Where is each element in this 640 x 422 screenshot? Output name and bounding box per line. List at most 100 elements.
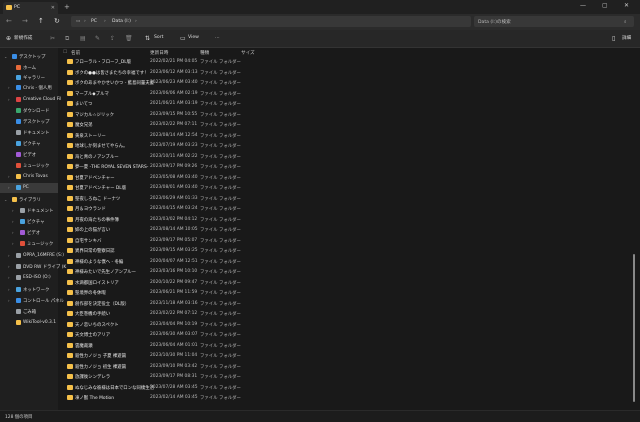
new-button[interactable]: 新規作成 [14,35,32,41]
chevron-right-icon[interactable]: › [12,241,14,246]
file-row[interactable]: 放課後シンデレラ 2023/09/17 PM 08:31 ファイル フォルダー [60,372,620,381]
sidebar-item[interactable]: ごみ箱 [0,307,58,317]
file-row[interactable]: まいてつ 2021/06/21 AM 03:19 ファイル フォルダー [60,99,620,108]
chevron-right-icon[interactable]: › [12,208,14,213]
file-row[interactable]: 姉の上の猫が言い 2023/08/14 AM 10:05 ファイル フォルダー [60,225,620,234]
sidebar-item[interactable]: WikiTool-v0.3.1 [0,318,58,328]
select-all-checkbox[interactable]: ☐ [63,50,67,55]
file-row[interactable]: ボクの●●は皆さまたちの幸福です！ 2023/06/12 AM 03:13 ファイル… [60,68,620,77]
chevron-right-icon[interactable]: › [8,253,10,258]
sidebar-item[interactable]: › Creative Cloud Fil [0,95,61,105]
file-row[interactable]: 聖境界の冬休暇 2023/06/21 PM 11:59 ファイル フォルダー [60,288,620,297]
file-row[interactable]: ボクのあまやかせいかつ - 藍島同輩夫妻 -2023/06/23 AM 03:4… [60,78,620,87]
chevron-down-icon[interactable]: ⌄ [4,197,7,202]
column-type[interactable]: 種類 [200,50,209,56]
sidebar-item[interactable]: › ESD-ISO (O:) [0,273,58,283]
sidebar-item[interactable]: › ミュージック [0,239,58,249]
file-row[interactable]: 甘夏アドベンチャー DL版 2023/08/01 AM 03:40 ファイル フォル… [60,183,620,192]
chevron-right-icon[interactable]: › [12,219,14,224]
share-icon[interactable]: ⇪ [110,35,115,42]
chevron-right-icon[interactable]: › [8,85,10,90]
chevron-right-icon[interactable]: › [8,174,10,179]
breadcrumb[interactable]: ▭ › PC › Data (I:) › [71,16,471,27]
forward-icon[interactable]: → [22,17,28,25]
sidebar-item[interactable]: › ピクチャ [0,217,58,227]
file-row[interactable]: 雲魔裁瀬 2023/06/04 AM 01:01 ファイル フォルダー [60,341,620,350]
sidebar-item[interactable]: デスクトップ [0,117,58,127]
chevron-right-icon[interactable]: › [12,230,14,235]
file-row[interactable]: 異界日常の警察日誌 2023/09/15 AM 03:25 ファイル フォルダー [60,246,620,255]
column-date[interactable]: 更新日時 [150,50,168,56]
sidebar-item[interactable]: ダウンロード [0,106,58,116]
file-row[interactable]: 甘夏アドベンチャー 2023/05/08 AM 03:40 ファイル フォルダー [60,173,620,182]
refresh-icon[interactable]: ↻ [54,17,60,25]
file-row[interactable]: 水滴都国ロイストリア 2020/10/22 PM 09:47 ファイル フォルダー [60,278,620,287]
sidebar-item[interactable]: ギャラリー [0,73,58,83]
sidebar-item[interactable]: › ドキュメント [0,206,58,216]
column-size[interactable]: サイズ [241,50,255,56]
paste-icon[interactable]: ▤ [80,35,86,42]
delete-icon[interactable]: 🗑 [125,35,133,42]
minimize-icon[interactable]: — [580,2,586,9]
tab-close-icon[interactable]: ✕ [51,5,55,11]
sidebar-item[interactable]: › コントロール パネル [0,296,64,306]
file-row[interactable]: 月＆ヨウランド 2023/04/15 AM 03:24 ファイル フォルダー [60,204,620,213]
file-row[interactable]: フローラル・フローフ_DL版 2022/02/21 PM 04:05 ファイル フォ… [60,57,620,66]
file-row[interactable]: 魔女兄弟 2023/02/22 PM 07:11 ファイル フォルダー [60,120,620,129]
breadcrumb-pc[interactable]: PC [91,19,97,24]
details-button[interactable]: 詳細 [622,35,631,41]
file-row[interactable]: 神様みたいで先生ノアンブルー 2023/03/16 PM 10:10 ファイル フォ… [60,267,620,276]
sort-button[interactable]: Sort [154,35,163,40]
chevron-right-icon[interactable]: › [8,287,10,292]
sidebar-item[interactable]: › ネットワーク [0,285,58,295]
chevron-right-icon[interactable]: › [8,185,10,190]
sidebar-item[interactable]: ⌄ ライブラリ [0,195,58,205]
file-row[interactable]: 月夜の海たちの事件簿 2023/03/02 PM 04:12 ファイル フォルダー [60,215,620,224]
search-input[interactable]: Data (I:)の検索 ⌕ [474,16,634,27]
sidebar-item[interactable]: › Chris - 個人用 [0,83,58,93]
view-button[interactable]: View [188,35,199,40]
sidebar-item[interactable]: › DVD RW ドライブ (K [0,262,66,272]
tab-pc[interactable]: PC ✕ [3,2,58,14]
file-row[interactable]: 殺性カノジョ 子夏 裸遊篇 2023/10/30 PM 11:04 ファイル フォル… [60,351,620,360]
back-icon[interactable]: ← [6,17,12,25]
plus-icon[interactable]: + [64,3,70,11]
file-row[interactable]: 地球しか刻ませてやらん。 2023/07/19 AM 03:23 ファイル フォルダ… [60,141,620,150]
chevron-right-icon[interactable]: › [8,97,10,102]
more-button[interactable]: … [215,35,220,40]
chevron-right-icon[interactable]: › [8,275,10,280]
close-icon[interactable]: ✕ [624,2,629,9]
sidebar-item[interactable]: › ビデオ [0,228,58,238]
sidebar-item[interactable]: ピクチャ [0,139,58,149]
sidebar-item[interactable]: ドキュメント [0,128,58,138]
sidebar-item[interactable]: ホーム [0,63,58,73]
file-row[interactable]: 黄泉ストーリー 2023/08/14 AM 12:54 ファイル フォルダー [60,131,620,140]
breadcrumb-data-drive[interactable]: Data (I:) [112,19,131,24]
rename-icon[interactable]: ✎ [95,35,100,42]
sidebar-item[interactable]: ⌄ デスクトップ [0,52,58,62]
sidebar-item[interactable]: ビデオ [0,150,58,160]
file-row[interactable]: 大臣巻機の手続い 2023/02/22 PM 07:12 ファイル フォルダー [60,309,620,318]
file-row[interactable]: 殺性カノジョ 初生 裸遊篇 2023/09/10 PM 03:42 ファイル フォル… [60,362,620,371]
file-row[interactable]: 凍ノ獣 The Motion 2023/02/14 AM 03:45 ファイル フォ… [60,393,620,402]
file-row[interactable]: 自宅サンキバ 2023/09/17 PM 05:07 ファイル フォルダー [60,236,620,245]
sidebar-item[interactable]: › Chris Tovas [0,172,58,182]
file-row[interactable]: 天文博士のアリア 2023/06/30 AM 03:07 ファイル フォルダー [60,330,620,339]
chevron-right-icon[interactable]: › [8,264,10,269]
scrollbar[interactable] [633,254,635,402]
file-row[interactable]: 神様のような僕へ - 冬編 2020/04/07 AM 12:51 ファイル フォル… [60,257,620,266]
file-row[interactable]: 創作部を決定役立（DL版） 2023/11/18 AM 03:16 ファイル フォル… [60,299,620,308]
column-name[interactable]: 名前 [71,50,80,56]
file-row[interactable]: マーブル◆ブルマ 2023/06/06 AM 02:19 ファイル フォルダー [60,89,620,98]
sidebar-item[interactable]: › OPRA_16MFRE (S:) [0,251,64,261]
file-row[interactable]: 天ノ恋いちのスペクト 2023/04/04 PM 10:19 ファイル フォルダー [60,320,620,329]
copy-icon[interactable]: ⧉ [65,35,69,43]
chevron-right-icon[interactable]: › [8,298,10,303]
file-row[interactable]: マジカル☆ジリック 2023/09/15 PM 10:55 ファイル フォルダー [60,110,620,119]
file-row[interactable]: ぬなじみな彼様は日本でロンな同棲生活 2023/07/28 AM 03:45 ファイ… [60,383,620,392]
file-row[interactable]: 海と青のノアンブルー 2023/10/11 AM 02:22 ファイル フォルダー [60,152,620,161]
file-row[interactable]: 聖夜しろねこ ドーナツ 2023/06/29 AM 01:33 ファイル フォルダー [60,194,620,203]
sidebar-item[interactable]: › PC [0,183,58,193]
chevron-down-icon[interactable]: ⌄ [4,54,7,59]
up-icon[interactable]: ↑ [38,17,44,25]
